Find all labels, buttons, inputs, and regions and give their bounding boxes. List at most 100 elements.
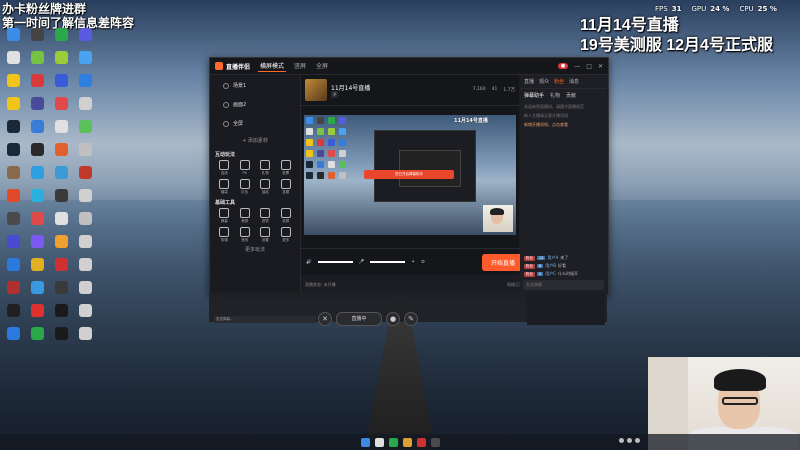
tool-item[interactable]: 设置 bbox=[255, 227, 276, 243]
tool-item[interactable]: 抽奖 bbox=[255, 179, 276, 195]
tool-item[interactable]: 录屏 bbox=[276, 208, 297, 224]
go-live-button[interactable]: 开始直播 bbox=[481, 253, 524, 271]
desktop-icon[interactable] bbox=[2, 143, 24, 165]
desktop-icon[interactable] bbox=[74, 143, 96, 165]
desktop-icon[interactable] bbox=[50, 51, 72, 73]
desktop-icon[interactable] bbox=[74, 281, 96, 303]
tool-item[interactable]: 音效 bbox=[235, 227, 256, 243]
desktop-icon[interactable] bbox=[26, 28, 48, 50]
speaker-icon[interactable]: 🔊 bbox=[306, 260, 312, 265]
desktop-icon[interactable] bbox=[50, 327, 72, 349]
live-status-pill[interactable]: 直播中 bbox=[336, 312, 382, 326]
desktop-icon[interactable] bbox=[74, 235, 96, 257]
tray-icon[interactable] bbox=[627, 438, 632, 443]
desktop-icon[interactable] bbox=[50, 212, 72, 234]
desktop-icon[interactable] bbox=[2, 281, 24, 303]
tool-item[interactable]: PK bbox=[235, 160, 256, 176]
maximize-icon[interactable]: □ bbox=[586, 63, 592, 70]
desktop-icon[interactable] bbox=[26, 74, 48, 96]
desktop-icon[interactable] bbox=[26, 166, 48, 188]
desktop-icon[interactable] bbox=[2, 212, 24, 234]
desktop-icon[interactable] bbox=[50, 28, 72, 50]
tool-item[interactable]: 弹幕 bbox=[214, 208, 235, 224]
desktop-icon[interactable] bbox=[74, 327, 96, 349]
tool-item[interactable]: 礼物 bbox=[255, 160, 276, 176]
desktop-icon[interactable] bbox=[74, 166, 96, 188]
desktop-icon[interactable] bbox=[74, 258, 96, 280]
speaker-volume-slider[interactable] bbox=[317, 261, 353, 263]
desktop-icon[interactable] bbox=[74, 97, 96, 119]
taskbar-app-icon[interactable] bbox=[430, 437, 440, 447]
desktop-icon[interactable] bbox=[26, 143, 48, 165]
desktop-icon[interactable] bbox=[74, 212, 96, 234]
right-tab[interactable]: 观众 bbox=[539, 78, 549, 85]
desktop-icon[interactable] bbox=[74, 304, 96, 326]
right-subtab[interactable]: 贡献 bbox=[566, 92, 576, 99]
right-subtab[interactable]: 弹幕助手 bbox=[524, 92, 544, 99]
desktop-icon[interactable] bbox=[74, 28, 96, 50]
desktop-icon[interactable] bbox=[26, 212, 48, 234]
right-subtab[interactable]: 礼物 bbox=[550, 92, 560, 99]
tool-item[interactable]: 投票 bbox=[276, 160, 297, 176]
right-tab[interactable]: 粉丝 bbox=[554, 78, 564, 85]
desktop-icon[interactable] bbox=[2, 189, 24, 211]
desktop-icon[interactable] bbox=[26, 51, 48, 73]
desktop-icon[interactable] bbox=[2, 166, 24, 188]
chat-username[interactable]: 用户A bbox=[547, 255, 558, 261]
tool-item[interactable]: 答题 bbox=[276, 179, 297, 195]
tool-item[interactable]: 滤镜 bbox=[255, 208, 276, 224]
tool-item[interactable]: 更多 bbox=[276, 227, 297, 243]
desktop-icon[interactable] bbox=[2, 97, 24, 119]
taskbar-app-icon[interactable] bbox=[388, 437, 398, 447]
desktop-icon[interactable] bbox=[2, 235, 24, 257]
desktop-icon[interactable] bbox=[50, 166, 72, 188]
right-highlight-message[interactable]: 新增开播须知，点击查看 bbox=[520, 120, 607, 129]
desktop-icon[interactable] bbox=[50, 120, 72, 142]
tray-icon[interactable] bbox=[619, 438, 624, 443]
desktop-icon[interactable] bbox=[50, 235, 72, 257]
desktop-icon[interactable] bbox=[26, 327, 48, 349]
taskbar-app-icon[interactable] bbox=[360, 437, 370, 447]
tray-icon[interactable] bbox=[635, 438, 640, 443]
tool-item[interactable]: 美颜 bbox=[235, 208, 256, 224]
scene-item[interactable]: 全屏 bbox=[215, 117, 295, 130]
add-source-button[interactable]: + 添加素材 bbox=[210, 134, 300, 147]
tool-item[interactable]: 剪辑 bbox=[214, 227, 235, 243]
desktop-icon[interactable] bbox=[74, 51, 96, 73]
close-icon[interactable]: ✕ bbox=[598, 63, 603, 70]
taskbar-app-icon[interactable] bbox=[416, 437, 426, 447]
preview-canvas[interactable]: 您已开启弹幕助手 11月14号直播 bbox=[304, 115, 516, 235]
tab-0[interactable]: 横屏模式 bbox=[258, 60, 287, 72]
mic-icon[interactable]: 🎤 bbox=[359, 260, 365, 265]
effects-icon[interactable]: ✦ bbox=[411, 260, 415, 265]
stream-cover[interactable] bbox=[305, 79, 327, 101]
tool-item[interactable]: 红包 bbox=[235, 179, 256, 195]
desktop-icon[interactable] bbox=[2, 74, 24, 96]
taskbar-app-icon[interactable] bbox=[374, 437, 384, 447]
desktop-icon[interactable] bbox=[50, 281, 72, 303]
desktop-icon[interactable] bbox=[2, 304, 24, 326]
desktop-icon[interactable] bbox=[50, 189, 72, 211]
desktop-icon[interactable] bbox=[26, 120, 48, 142]
desktop-icon[interactable] bbox=[74, 120, 96, 142]
desktop-icon[interactable] bbox=[2, 258, 24, 280]
desktop-icon[interactable] bbox=[50, 143, 72, 165]
desktop-icon[interactable] bbox=[26, 235, 48, 257]
notification-badge[interactable]: ● bbox=[557, 63, 569, 69]
minimize-icon[interactable]: — bbox=[574, 63, 580, 70]
desktop-icon[interactable] bbox=[26, 189, 48, 211]
desktop-icon[interactable] bbox=[74, 74, 96, 96]
scene-item[interactable]: 场景1 bbox=[215, 79, 295, 92]
more-tools-button[interactable]: 更多玩法 bbox=[210, 243, 300, 256]
right-tab[interactable]: 直播 bbox=[524, 78, 534, 85]
chat-input[interactable]: 发送弹幕 bbox=[523, 280, 604, 290]
right-tab[interactable]: 消息 bbox=[569, 78, 579, 85]
stream-tag[interactable]: # bbox=[331, 90, 339, 98]
close-icon[interactable]: ✕ bbox=[318, 312, 332, 326]
chat-username[interactable]: 用户C bbox=[545, 271, 556, 277]
stream-title[interactable]: 11月14号直播 bbox=[331, 83, 370, 92]
scene-item[interactable]: 画面2 bbox=[215, 98, 295, 111]
desktop-icon[interactable] bbox=[50, 304, 72, 326]
desktop-icon[interactable] bbox=[26, 258, 48, 280]
settings-icon[interactable]: ⚙ bbox=[421, 260, 425, 265]
